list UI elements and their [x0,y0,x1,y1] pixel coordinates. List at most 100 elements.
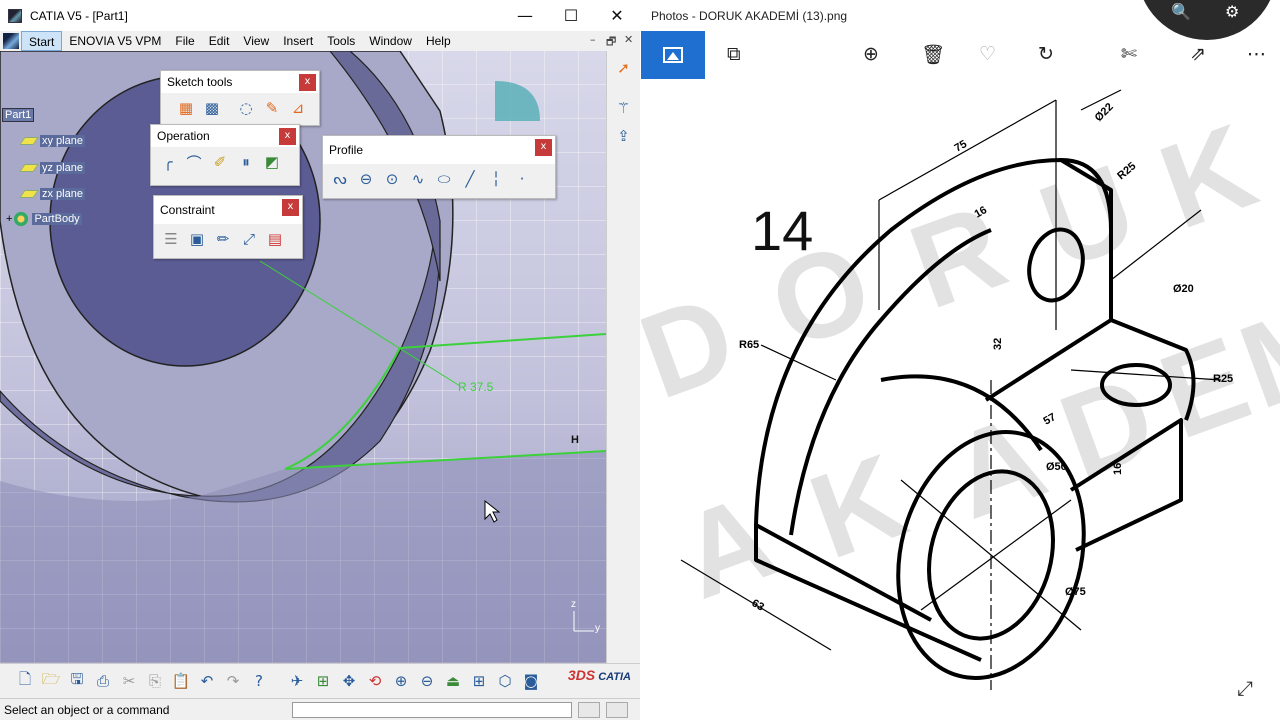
technical-drawing[interactable]: D O R U K A K A D E M İ 14 [641,80,1280,720]
print-icon[interactable]: ⎙ [92,670,114,692]
redo-icon[interactable]: ↷ [222,670,244,692]
grid-icon[interactable]: ▦ [175,97,197,119]
cut-icon[interactable]: ✂ [118,670,140,692]
fly-mode-icon[interactable]: ✈ [286,670,308,692]
fit-all-in-icon[interactable]: ⊞ [312,670,334,692]
expand-icon[interactable]: ⤢ [1237,676,1253,700]
power-input-field[interactable] [292,701,572,718]
dimensional-constraints-icon[interactable]: ⊿ [287,97,309,119]
undo-icon[interactable]: ↶ [196,670,218,692]
copy-icon[interactable]: ⎘ [144,670,166,692]
mirror-icon[interactable]: ⏸ [235,151,257,173]
search-icon[interactable]: 🔍 [1171,2,1191,21]
close-button[interactable]: ✕ [594,0,640,31]
tree-item-partbody[interactable]: + PartBody [6,211,82,227]
exit-workbench-icon[interactable]: ⚚ [613,97,635,119]
catia-window: CATIA V5 - [Part1] — ☐ ✕ Start ENOVIA V5… [0,0,640,720]
mdi-restore-button[interactable]: 🗗 [606,33,616,52]
profile-panel[interactable]: Profile x ᔓ ⊖ ⊙ ∿ ⬭ ╱ ╎ · [322,135,556,199]
pan-icon[interactable]: ✥ [338,670,360,692]
tree-item-yz-plane[interactable]: yz plane [19,160,85,176]
profile-icon[interactable]: ᔓ [329,168,351,190]
menu-help[interactable]: Help [419,31,458,51]
new-file-icon[interactable]: 🗋 [14,670,36,692]
catia-brand-text: CATIA [598,671,631,683]
catia-titlebar[interactable]: CATIA V5 - [Part1] — ☐ ✕ [0,0,640,31]
project-3d-elements-icon[interactable]: ◩ [261,151,283,173]
delete-icon[interactable]: 🗑 [921,43,945,66]
geometric-constraints-icon[interactable]: ✎ [261,97,283,119]
gallery-button[interactable] [641,31,705,79]
panel-close-button[interactable]: x [535,139,552,156]
paste-icon[interactable]: 📋 [170,670,192,692]
point-icon[interactable]: · [511,168,533,190]
spline-icon[interactable]: ∿ [407,168,429,190]
expand-plus-icon[interactable]: + [6,213,12,225]
radius-dimension-label[interactable]: R 37.5 [458,380,493,394]
save-icon[interactable]: 🖫 [66,670,88,692]
slideshow-icon[interactable]: ⧉ [727,43,741,65]
tree-root[interactable]: Part1 [2,107,35,123]
panel-close-button[interactable]: x [299,74,316,91]
more-icon[interactable]: ⋯ [1247,43,1266,65]
zoom-out-icon[interactable]: ⊖ [416,670,438,692]
shading-icon[interactable]: ◙ [520,670,542,692]
menu-window[interactable]: Window [362,31,419,51]
elongated-hole-icon[interactable]: ⊖ [355,168,377,190]
photos-window: Photos - DORUK AKADEMİ (13).png 🔍 ⚙ ⧉ ⊕ … [641,0,1280,720]
catia-compass-icon[interactable] [3,33,19,49]
mdi-minimize-button[interactable]: – [590,33,596,46]
menu-view[interactable]: View [236,31,276,51]
operation-panel[interactable]: Operation x ╭ ⌒ ✐ ⏸ ◩ [150,124,300,186]
status-button-1[interactable] [578,701,600,718]
menu-tools[interactable]: Tools [320,31,362,51]
menu-file[interactable]: File [168,31,201,51]
tree-item-zx-plane[interactable]: zx plane [19,186,85,202]
normal-view-icon[interactable]: ⏏ [442,670,464,692]
panel-close-button[interactable]: x [282,199,299,216]
line-icon[interactable]: ╱ [459,168,481,190]
tree-item-label: xy plane [40,135,85,147]
corner-icon[interactable]: ╭ [157,151,179,173]
auto-constraint-icon[interactable]: ✏ [212,228,234,250]
animate-constraint-icon[interactable]: ⤢ [238,228,260,250]
tree-item-xy-plane[interactable]: xy plane [19,133,85,149]
circle-icon[interactable]: ⊙ [381,168,403,190]
share-icon[interactable]: ⇗ [1190,43,1206,65]
constraints-dialog-icon[interactable]: ☰ [160,228,182,250]
construction-element-icon[interactable]: ◌ [235,97,257,119]
zoom-in-icon[interactable]: ⊕ [390,670,412,692]
gear-icon[interactable]: ⚙ [1225,2,1239,21]
constraint-icon[interactable]: ▣ [186,228,208,250]
menu-enovia[interactable]: ENOVIA V5 VPM [62,31,168,51]
rotate-icon[interactable]: ⟲ [364,670,386,692]
menu-edit[interactable]: Edit [202,31,237,51]
select-arrow-icon[interactable]: ➚ [613,57,635,79]
tree-item-label: yz plane [40,162,85,174]
multi-view-icon[interactable]: ⊞ [468,670,490,692]
panel-close-button[interactable]: x [279,128,296,145]
whats-this-icon[interactable]: ? [248,670,270,692]
sketch-tools-panel[interactable]: Sketch tools x ▦ ▩ ◌ ✎ ⊿ [160,70,320,126]
mdi-close-button[interactable]: ✕ [624,33,633,46]
status-button-2[interactable] [606,701,628,718]
maximize-button[interactable]: ☐ [548,0,594,31]
minimize-button[interactable]: — [502,0,548,31]
menu-start[interactable]: Start [21,31,63,51]
snap-to-point-icon[interactable]: ▩ [201,97,223,119]
constraint-panel[interactable]: Constraint x ☰ ▣ ✏ ⤢ ▤ [153,195,303,259]
favorite-icon[interactable]: ♡ [979,43,996,65]
edit-multi-constraint-icon[interactable]: ▤ [264,228,286,250]
axis-icon[interactable]: ╎ [485,168,507,190]
menu-insert[interactable]: Insert [276,31,320,51]
zoom-icon[interactable]: ⊕ [863,43,879,65]
iso-view-icon[interactable]: ⬡ [494,670,516,692]
edit-icon[interactable]: ✄ [1121,43,1137,65]
rotate-icon[interactable]: ↻ [1038,43,1054,65]
open-folder-icon[interactable]: 🗁 [40,670,62,692]
3d-viewport[interactable]: R 37.5 H z y Part1 xy plane yz plane zx … [0,51,606,663]
export-icon[interactable]: ⇪ [613,125,635,147]
chamfer-icon[interactable]: ⌒ [183,151,205,173]
trim-eraser-icon[interactable]: ✐ [209,151,231,173]
ellipse-icon[interactable]: ⬭ [433,168,455,190]
